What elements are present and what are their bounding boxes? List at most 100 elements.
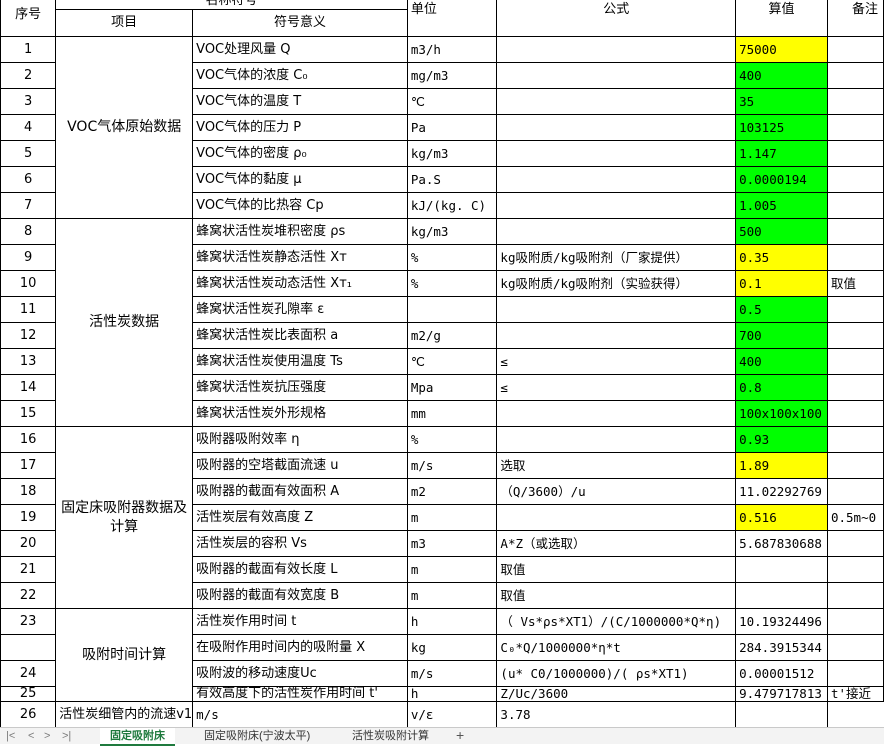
cell-unit[interactable]: m3/h [406, 36, 498, 63]
tab-fixed-adsorption-bed-ningbo[interactable]: 固定吸附床(宁波太平) [194, 728, 320, 744]
cell-formula[interactable] [496, 426, 737, 453]
cell-index[interactable]: 26 [0, 701, 57, 727]
cell-index[interactable]: 9 [0, 244, 57, 271]
cell-index[interactable]: 7 [0, 192, 57, 219]
cell-note[interactable] [826, 114, 884, 141]
group-label[interactable]: 吸附时间计算 [55, 608, 194, 702]
cell-unit[interactable]: % [406, 426, 498, 453]
cell-unit[interactable]: m/s [406, 452, 498, 479]
cell-note[interactable] [826, 478, 884, 505]
cell-index[interactable]: 21 [0, 556, 57, 583]
cell-meaning[interactable]: 活性炭细管内的流速v1 [55, 701, 194, 727]
cell-formula[interactable] [496, 114, 737, 141]
cell-unit[interactable]: m/s [406, 660, 498, 687]
cell-unit[interactable]: m [406, 556, 498, 583]
cell-note[interactable]: 取值 [826, 270, 884, 297]
cell-unit[interactable] [406, 296, 498, 323]
cell-meaning[interactable]: 蜂窝状活性炭比表面积 a [192, 322, 408, 349]
cell-note[interactable] [826, 374, 884, 401]
cell-note[interactable] [826, 322, 884, 349]
cell-meaning[interactable]: 蜂窝状活性炭外形规格 [192, 400, 408, 427]
cell-meaning[interactable]: VOC气体的黏度 μ [192, 166, 408, 193]
cell-note[interactable]: t'接近 [826, 686, 884, 702]
cell-formula[interactable] [496, 140, 737, 167]
cell-formula[interactable] [496, 36, 737, 63]
cell-formula[interactable] [496, 192, 737, 219]
cell-meaning[interactable]: VOC处理风量 Q [192, 36, 408, 63]
cell-formula[interactable]: ≤ [496, 348, 737, 375]
cell-value[interactable]: 0.35 [735, 244, 828, 271]
add-sheet-icon[interactable]: + [456, 727, 464, 743]
cell-value[interactable]: 700 [735, 322, 828, 349]
cell-value[interactable]: 0.516 [735, 504, 828, 531]
cell-note[interactable] [826, 452, 884, 479]
cell-meaning[interactable]: VOC气体的浓度 C₀ [192, 62, 408, 89]
cell-unit[interactable]: Pa.S [406, 166, 498, 193]
cell-index[interactable]: 17 [0, 452, 57, 479]
cell-formula[interactable] [496, 296, 737, 323]
cell-meaning[interactable]: 活性炭层的容积 Vs [192, 530, 408, 557]
cell-formula[interactable]: C₀*Q/1000000*η*t [496, 634, 737, 661]
cell-value[interactable]: 11.02292769 [735, 478, 828, 505]
cell-formula[interactable] [496, 166, 737, 193]
cell-value[interactable]: 75000 [735, 36, 828, 63]
cell-unit[interactable]: ℃ [406, 88, 498, 115]
cell-unit[interactable]: m/s [192, 701, 408, 727]
cell-meaning[interactable]: VOC气体的压力 P [192, 114, 408, 141]
cell-index[interactable]: 4 [0, 114, 57, 141]
cell-formula[interactable]: 取值 [496, 582, 737, 609]
cell-note[interactable] [826, 426, 884, 453]
header-item[interactable]: 项目 [55, 9, 194, 37]
cell-unit[interactable]: m2/g [406, 322, 498, 349]
cell-meaning[interactable]: 蜂窝状活性炭孔隙率 ε [192, 296, 408, 323]
cell-unit[interactable]: h [406, 686, 498, 702]
cell-index[interactable]: 3 [0, 88, 57, 115]
cell-formula[interactable] [496, 400, 737, 427]
cell-unit[interactable]: % [406, 244, 498, 271]
tab-activated-carbon-calc[interactable]: 活性炭吸附计算 [342, 728, 439, 744]
cell-index[interactable]: 1 [0, 36, 57, 63]
header-name-symbol[interactable]: 名称符号 [55, 0, 408, 10]
last-sheet-icon[interactable]: >| [62, 728, 71, 744]
cell-formula[interactable]: ≤ [496, 374, 737, 401]
next-sheet-icon[interactable]: > [44, 728, 50, 744]
header-unit[interactable]: 单位 [406, 0, 498, 37]
cell-meaning[interactable]: VOC气体的温度 T [192, 88, 408, 115]
cell-unit[interactable]: kg/m3 [406, 218, 498, 245]
cell-meaning[interactable]: 蜂窝状活性炭动态活性 Xт₁ [192, 270, 408, 297]
spreadsheet-grid[interactable]: 序号 名称符号 单位 公式 算值 备注 项目 符号意义 1 VOC气体原始数据 VO… [0, 0, 884, 727]
cell-note[interactable] [826, 296, 884, 323]
cell-unit[interactable]: Mpa [406, 374, 498, 401]
cell-formula[interactable] [496, 504, 737, 531]
header-meaning[interactable]: 符号意义 [192, 9, 408, 37]
cell-note[interactable] [826, 218, 884, 245]
cell-index[interactable]: 16 [0, 426, 57, 453]
cell-value[interactable]: 3.78 [496, 701, 737, 727]
header-index[interactable]: 序号 [0, 0, 57, 37]
cell-note[interactable] [826, 62, 884, 89]
cell-unit[interactable]: kg/m3 [406, 140, 498, 167]
prev-sheet-icon[interactable]: < [28, 728, 34, 744]
header-value[interactable]: 算值 [735, 0, 828, 37]
cell-formula[interactable]: (u* C0/1000000)/( ρs*XT1) [496, 660, 737, 687]
cell-unit[interactable]: kJ/(kg. C) [406, 192, 498, 219]
cell-index[interactable]: 10 [0, 270, 57, 297]
cell-note[interactable] [826, 244, 884, 271]
cell-meaning[interactable]: 吸附器的空塔截面流速 u [192, 452, 408, 479]
cell-meaning[interactable]: VOC气体的比热容 Cp [192, 192, 408, 219]
cell-note[interactable] [826, 608, 884, 635]
cell-unit[interactable]: m3 [406, 530, 498, 557]
cell-index[interactable]: 8 [0, 218, 57, 245]
cell-formula[interactable]: 取值 [496, 556, 737, 583]
cell-index[interactable]: 19 [0, 504, 57, 531]
cell-meaning[interactable]: 活性炭层有效高度 Z [192, 504, 408, 531]
cell-unit[interactable]: m [406, 582, 498, 609]
cell-unit[interactable]: m2 [406, 478, 498, 505]
group-label[interactable]: VOC气体原始数据 [55, 36, 194, 219]
cell-index[interactable]: 24 [0, 660, 57, 687]
cell-unit[interactable]: kg [406, 634, 498, 661]
cell-meaning[interactable]: VOC气体的密度 ρ₀ [192, 140, 408, 167]
cell-value[interactable]: 103125 [735, 114, 828, 141]
cell-formula[interactable]: Z/Uc/3600 [496, 686, 737, 702]
cell-note[interactable] [826, 660, 884, 687]
